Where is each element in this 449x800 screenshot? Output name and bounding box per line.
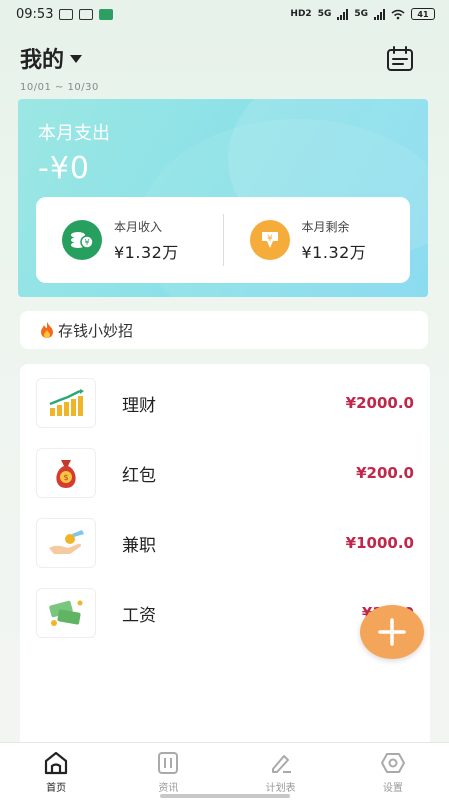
remaining-stat: ¥ 本月剩余 ¥1.32万: [224, 197, 411, 283]
income-label: 本月收入: [114, 219, 163, 234]
signal-icon: [337, 8, 349, 20]
stats-box: ¥ 本月收入 ¥1.32万 ¥ 本月剩余 ¥1.32万: [36, 197, 410, 283]
svg-text:¥: ¥: [267, 234, 273, 244]
pencil-icon: [271, 755, 291, 773]
tab-home[interactable]: 首页: [0, 743, 112, 800]
tab-label: 资讯: [158, 783, 179, 794]
date-range: 10/01 ~ 10/30: [20, 82, 99, 93]
item-label: 工资: [122, 605, 156, 626]
list-item-hongbao[interactable]: $ 红包 ¥200.0: [36, 448, 414, 498]
item-label: 兼职: [122, 535, 156, 556]
item-amount: ¥2000.0: [345, 394, 414, 412]
saving-tips-link[interactable]: 存钱小妙招: [20, 311, 428, 349]
item-label: 理财: [122, 395, 156, 416]
fire-icon: [41, 322, 53, 338]
hd-badge: HD2: [290, 9, 312, 19]
home-indicator: [160, 794, 290, 798]
remaining-label: 本月剩余: [301, 219, 350, 234]
network-label: 5G: [317, 9, 332, 19]
wechat-icon: [99, 8, 114, 20]
wifi-icon: [391, 9, 405, 19]
notification-icon: [79, 8, 94, 20]
item-label: 红包: [122, 465, 156, 486]
item-amount: ¥200.0: [356, 464, 414, 482]
expense-label: 本月支出: [38, 123, 110, 144]
caret-down-icon: [70, 55, 83, 63]
settings-icon: [380, 753, 405, 773]
growth-chart-icon: [36, 378, 96, 428]
list-item-jianzhi[interactable]: 兼职 ¥1000.0: [36, 518, 414, 568]
tab-news[interactable]: 资讯: [112, 743, 224, 800]
tab-label: 首页: [46, 783, 67, 794]
tips-label: 存钱小妙招: [58, 321, 134, 340]
list-item-gongzi[interactable]: 工资 ¥1000: [36, 588, 414, 638]
coins-icon: ¥: [62, 220, 102, 260]
money-bag-icon: $: [36, 448, 96, 498]
add-record-button[interactable]: [360, 605, 424, 659]
status-time: 09:53: [16, 6, 54, 22]
yen-arrow-icon: ¥: [249, 220, 290, 260]
item-amount: ¥1000.0: [345, 534, 414, 552]
income-value: ¥1.32万: [114, 242, 179, 262]
header: 我的 10/01 ~ 10/30: [20, 42, 99, 93]
network-label: 5G: [354, 9, 368, 19]
home-icon: [45, 751, 68, 775]
cash-icon: [36, 588, 96, 638]
notification-icon: [59, 8, 74, 20]
tab-plan[interactable]: 计划表: [225, 743, 337, 800]
battery-level: 41: [417, 9, 429, 19]
svg-text:$: $: [63, 473, 68, 482]
bottom-tab-bar: 首页 资讯 计划表 设置: [0, 742, 449, 800]
calendar-button[interactable]: [386, 46, 414, 72]
income-stat: ¥ 本月收入 ¥1.32万: [36, 197, 223, 283]
svg-text:¥: ¥: [84, 238, 89, 247]
status-bar: 09:53 HD2 5G 5G 41: [0, 0, 449, 28]
tab-label: 计划表: [265, 783, 296, 794]
tab-settings[interactable]: 设置: [337, 743, 449, 800]
battery-icon: 41: [411, 8, 435, 20]
signal-icon: [374, 8, 385, 20]
tab-label: 设置: [382, 783, 403, 794]
calendar-icon: [387, 46, 413, 71]
category-list: 理财 ¥2000.0 $ 红包 ¥200.0 兼职 ¥1000.0 工资: [20, 364, 430, 764]
expense-value: -¥0: [38, 151, 90, 186]
month-selector[interactable]: 我的: [20, 42, 99, 74]
hand-coin-icon: [36, 518, 96, 568]
remaining-value: ¥1.32万: [301, 242, 367, 262]
page-title: 我的: [20, 48, 65, 73]
list-item-licai[interactable]: 理财 ¥2000.0: [36, 378, 414, 428]
monthly-summary-card: 本月支出 -¥0 ¥ 本月收入 ¥1.32万 ¥ 本月剩余 ¥1.32万: [18, 99, 428, 297]
news-icon: [158, 752, 179, 774]
plus-icon: [378, 618, 406, 646]
